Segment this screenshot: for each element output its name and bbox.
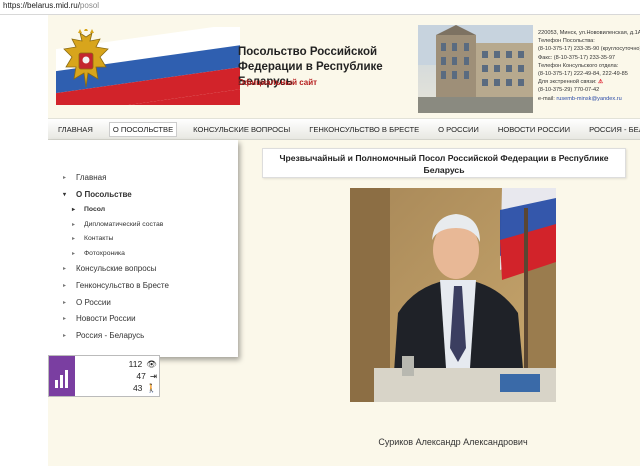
page: Посольство Российской Федерации в Респуб… (48, 15, 640, 466)
contact-info: 220053, Минск, ул.Нововиленская, д.1А Те… (538, 29, 640, 103)
sidebar-item-russia-news[interactable]: Новости России (62, 311, 232, 328)
site-header: Посольство Российской Федерации в Респуб… (48, 23, 640, 115)
ambassador-photo (350, 188, 556, 402)
embassy-building-photo (418, 25, 533, 113)
site-subtitle: Официальный сайт (238, 78, 318, 87)
sidebar-item-ambassador[interactable]: Посол (62, 203, 232, 218)
contact-consular-phone: (8-10-375-17) 222-49-84, 222-49-85 (538, 71, 628, 78)
warning-icon: ⚠ (596, 79, 604, 86)
left-gutter (0, 15, 49, 466)
coat-of-arms-icon (63, 29, 109, 88)
emergency-phone: (8-10-375-29) 770-07-42 (538, 87, 600, 94)
nav-item-russia-news[interactable]: НОВОСТИ РОССИИ (495, 123, 573, 136)
sidebar-item-consular[interactable]: Консульские вопросы (62, 261, 232, 278)
email-link[interactable]: rusemb-minsk@yandex.ru (556, 96, 621, 102)
visit-counter[interactable]: 112 👁 47 ⇥ 43 🚶 (48, 355, 160, 397)
contact-consular-label: Телефон Консульского отдела: (538, 62, 619, 69)
sidebar-item-about-embassy[interactable]: О Посольстве (62, 187, 232, 204)
contact-phone-label: Телефон Посольства: (538, 38, 595, 45)
contact-phone: (8-10-375-17) 233-35-90 (круглосуточно) (538, 46, 640, 53)
nav-item-consulate-brest[interactable]: ГЕНКОНСУЛЬСТВО В БРЕСТЕ (306, 123, 422, 136)
eye-icon: 👁 (146, 359, 157, 369)
counter-visitors: 43 (132, 383, 143, 393)
page-title: Чрезвычайный и Полномочный Посол Российс… (262, 148, 626, 178)
nav-item-about-embassy[interactable]: О ПОСОЛЬСТВЕ (108, 121, 178, 137)
contact-fax: Факс: (8-10-375-17) 233-35-97 (538, 54, 616, 61)
sidebar-item-russia-belarus[interactable]: Россия - Беларусь (62, 328, 232, 345)
sidebar-item-home[interactable]: Главная (62, 170, 232, 187)
email-label: e-mail: (538, 95, 555, 102)
sidebar-menu: Главная О Посольстве Посол Дипломатическ… (48, 140, 238, 357)
emergency-label: Для экстренной связи: (538, 79, 597, 86)
sidebar-item-about-russia[interactable]: О России (62, 295, 232, 312)
nav-item-consular[interactable]: КОНСУЛЬСКИЕ ВОПРОСЫ (190, 123, 293, 136)
bar-chart-icon (55, 370, 68, 388)
sidebar-item-consulate-brest[interactable]: Генконсульство в Бресте (62, 278, 232, 295)
counter-visits: 47 (136, 371, 146, 381)
main-nav: ГЛАВНАЯ О ПОСОЛЬСТВЕ КОНСУЛЬСКИЕ ВОПРОСЫ… (48, 118, 640, 140)
sidebar-item-diplomatic-staff[interactable]: Дипломатический состав (62, 218, 232, 233)
ambassador-name: Суриков Александр Александрович (378, 437, 528, 447)
nav-item-russia-belarus[interactable]: РОССИЯ - БЕЛАРУСЬ (586, 123, 640, 136)
contact-address: 220053, Минск, ул.Нововиленская, д.1А (538, 30, 640, 36)
stats-badge[interactable] (49, 356, 75, 396)
url-text[interactable]: https://belarus.mid.ru/posol (3, 1, 99, 10)
address-bar[interactable]: https://belarus.mid.ru/posol (0, 0, 640, 15)
url-path: posol (79, 1, 100, 10)
enter-icon: ⇥ (149, 371, 157, 381)
url-host: https://belarus.mid.ru/ (3, 1, 80, 10)
sidebar-item-photo-chronicle[interactable]: Фотохроника (62, 247, 232, 262)
nav-item-home[interactable]: ГЛАВНАЯ (55, 123, 96, 136)
counter-views: 112 (128, 359, 143, 369)
sidebar-item-contacts[interactable]: Контакты (62, 232, 232, 247)
nav-item-about-russia[interactable]: О РОССИИ (435, 123, 482, 136)
person-icon: 🚶 (146, 383, 157, 393)
